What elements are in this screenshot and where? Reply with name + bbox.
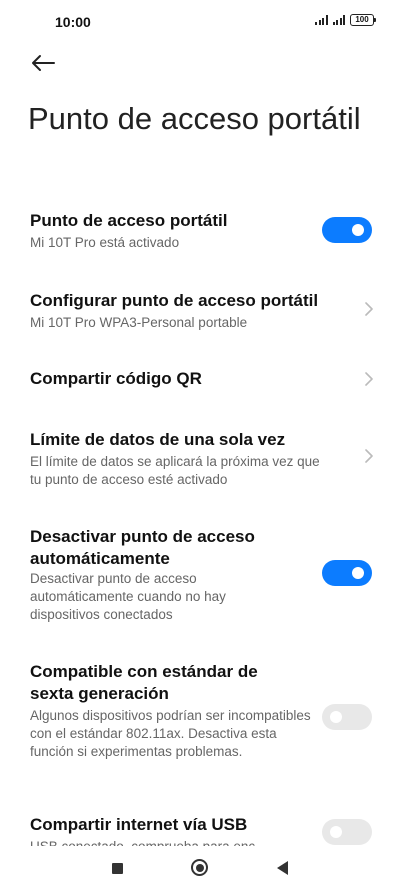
- chevron-right-icon: [365, 449, 373, 463]
- setting-title: Compartir internet vía USB: [30, 815, 248, 834]
- setting-title: Punto de acceso portátil: [30, 211, 228, 230]
- status-icons: 100: [315, 14, 376, 26]
- setting-subtitle: Mi 10T Pro está activado: [30, 235, 180, 250]
- setting-subtitle: Algunos dispositivos podrían ser incompa…: [30, 708, 311, 759]
- battery-icon: 100: [350, 14, 376, 26]
- setting-subtitle: El límite de datos se aplicará la próxim…: [30, 454, 320, 487]
- status-time: 10:00: [55, 14, 91, 30]
- signal-icon: [332, 15, 345, 25]
- setting-row-configure-hotspot[interactable]: Configurar punto de acceso portátil Mi 1…: [0, 288, 402, 338]
- status-bar: 10:00 100: [0, 0, 402, 44]
- setting-title: Configurar punto de acceso portátil: [30, 291, 319, 310]
- navigation-bar: [0, 846, 402, 893]
- setting-row-data-limit[interactable]: Límite de datos de una sola vez El límit…: [0, 427, 402, 491]
- setting-row-auto-disable[interactable]: Desactivar punto de acceso automáticamen…: [0, 524, 402, 624]
- setting-title: Compatible con estándar de sexta generac…: [30, 662, 258, 703]
- toggle-knob: [330, 826, 342, 838]
- page-title: Punto de acceso portátil: [28, 101, 361, 136]
- setting-title: Desactivar punto de acceso automáticamen…: [30, 527, 255, 568]
- setting-subtitle: Desactivar punto de acceso automáticamen…: [30, 571, 226, 622]
- signal-icon: [315, 15, 328, 25]
- recents-square-icon[interactable]: [112, 863, 123, 874]
- back-button[interactable]: [26, 48, 60, 78]
- setting-title: Límite de datos de una sola vez: [30, 430, 286, 449]
- setting-row-usb-tethering[interactable]: Compartir internet vía USB USB conectado…: [0, 813, 402, 846]
- toggle-knob: [352, 224, 364, 236]
- setting-subtitle: Mi 10T Pro WPA3-Personal portable: [30, 315, 248, 330]
- hotspot-toggle[interactable]: [322, 217, 372, 243]
- wifi6-toggle[interactable]: [322, 704, 372, 730]
- setting-title: Compartir código QR: [30, 369, 202, 388]
- back-triangle-icon[interactable]: [277, 861, 288, 875]
- toggle-knob: [330, 711, 342, 723]
- setting-row-wifi6-compat[interactable]: Compatible con estándar de sexta generac…: [0, 659, 402, 779]
- setting-row-share-qr[interactable]: Compartir código QR: [0, 366, 402, 396]
- usb-tethering-toggle[interactable]: [322, 819, 372, 845]
- setting-subtitle: USB conectado, comprueba para enc: [30, 838, 255, 846]
- toggle-knob: [352, 567, 364, 579]
- home-circle-icon[interactable]: [191, 859, 208, 876]
- battery-level: 100: [355, 15, 369, 24]
- setting-row-hotspot[interactable]: Punto de acceso portátil Mi 10T Pro está…: [0, 208, 402, 258]
- chevron-right-icon: [365, 372, 373, 386]
- back-arrow-icon: [32, 55, 55, 71]
- chevron-right-icon: [365, 302, 373, 316]
- auto-disable-toggle[interactable]: [322, 560, 372, 586]
